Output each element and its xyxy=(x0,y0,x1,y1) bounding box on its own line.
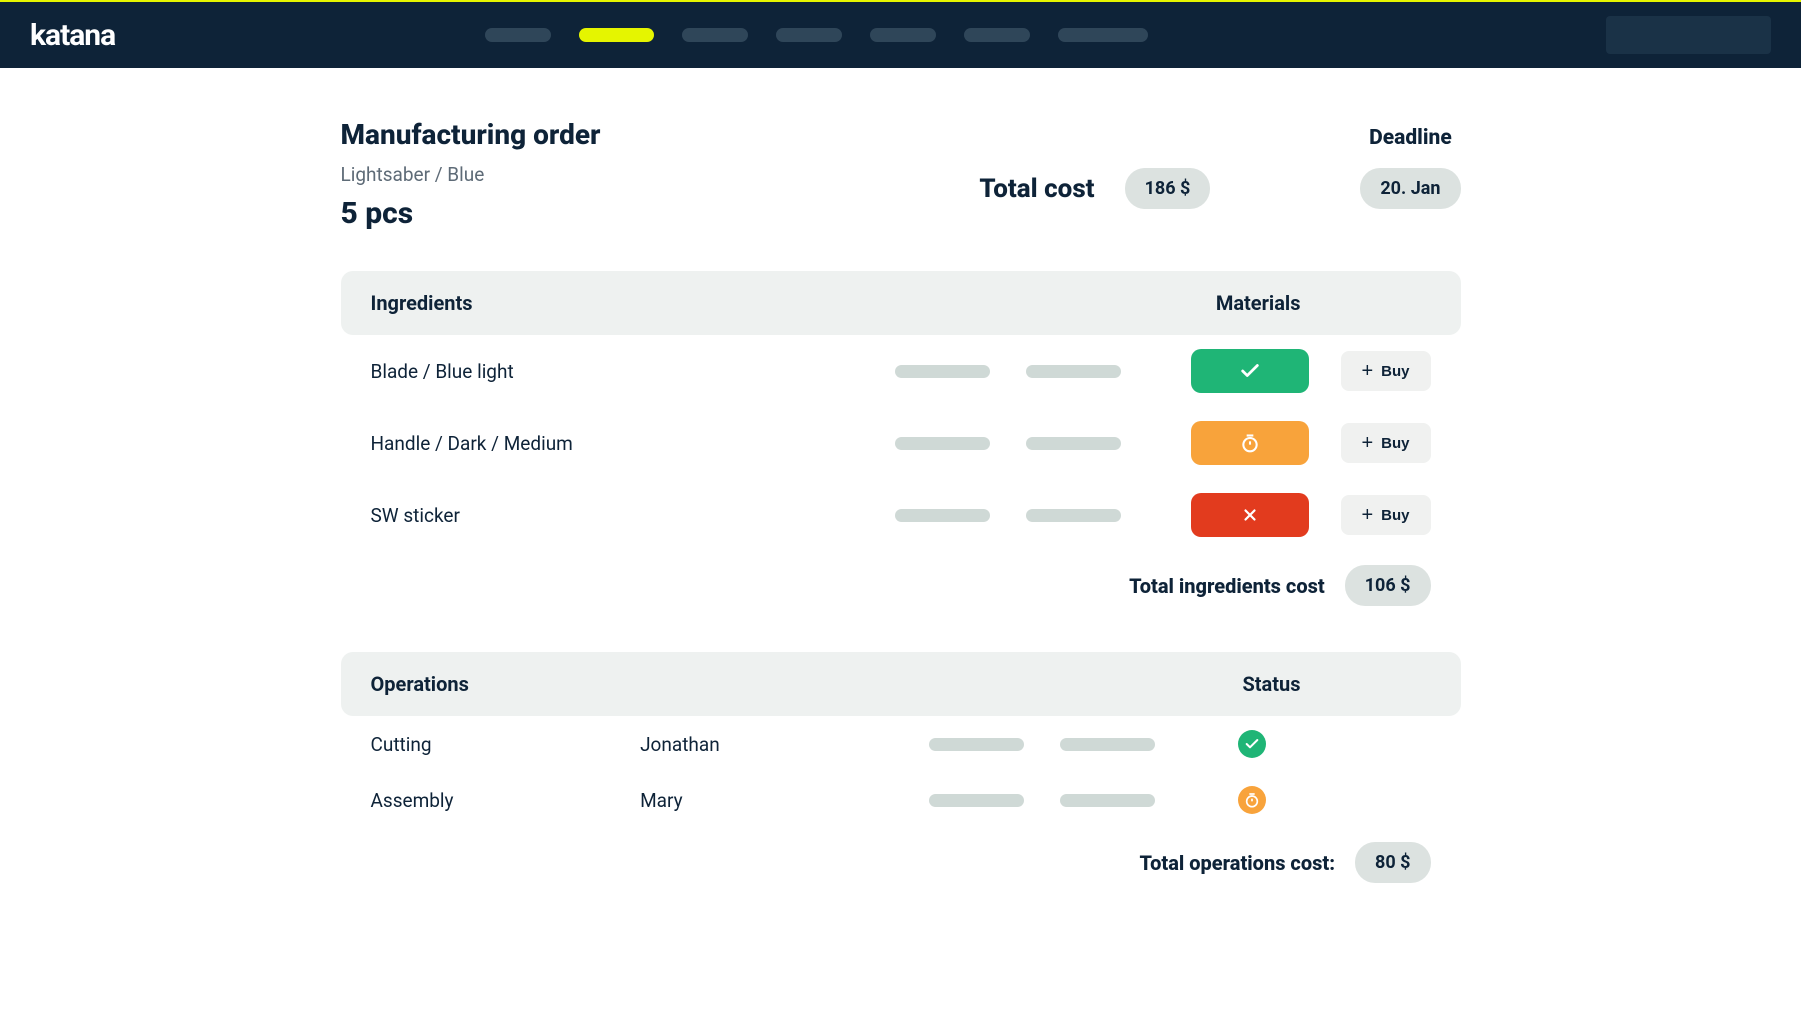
ingredient-row: SW sticker + Buy xyxy=(341,479,1461,551)
close-icon xyxy=(1241,506,1259,524)
nav-tab-1[interactable] xyxy=(485,28,551,42)
clock-icon xyxy=(1240,433,1260,453)
buy-button[interactable]: + Buy xyxy=(1341,495,1431,535)
operation-assignee: Jonathan xyxy=(640,733,929,756)
placeholder xyxy=(929,794,1024,807)
ingredient-name: Handle / Dark / Medium xyxy=(371,432,651,455)
page-title: Manufacturing order xyxy=(341,118,980,151)
operation-name: Assembly xyxy=(371,789,641,812)
nav-tab-3[interactable] xyxy=(682,28,748,42)
placeholder xyxy=(895,365,990,378)
operation-name: Cutting xyxy=(371,733,641,756)
nav-tab-active[interactable] xyxy=(579,28,654,42)
nav-tab-7[interactable] xyxy=(1058,28,1148,42)
ingredient-row: Blade / Blue light + Buy xyxy=(341,335,1461,407)
buy-label: Buy xyxy=(1381,507,1409,524)
placeholder xyxy=(1060,738,1155,751)
ingredient-name: SW sticker xyxy=(371,504,651,527)
operation-status-done[interactable] xyxy=(1238,730,1266,758)
check-icon xyxy=(1239,360,1261,382)
operations-header: Operations Status xyxy=(341,652,1461,716)
operations-total-label: Total operations cost: xyxy=(1139,851,1335,875)
operations-total-value: 80 $ xyxy=(1355,842,1430,883)
placeholder xyxy=(929,738,1024,751)
ingredients-total-value: 106 $ xyxy=(1345,565,1431,606)
ingredients-header-right: Materials xyxy=(1216,291,1301,315)
quantity: 5 pcs xyxy=(341,196,980,231)
placeholder xyxy=(1026,509,1121,522)
ingredient-row: Handle / Dark / Medium + Buy xyxy=(341,407,1461,479)
nav-tabs xyxy=(485,28,1148,42)
ingredients-header-left: Ingredients xyxy=(371,291,473,315)
plus-icon: + xyxy=(1361,505,1373,525)
product-subtitle: Lightsaber / Blue xyxy=(341,163,980,186)
plus-icon: + xyxy=(1361,361,1373,381)
clock-icon xyxy=(1244,792,1260,808)
operation-row: Assembly Mary xyxy=(341,772,1461,828)
check-icon xyxy=(1244,736,1260,752)
operations-header-right: Status xyxy=(1242,672,1300,696)
placeholder xyxy=(1026,437,1121,450)
material-status-missing[interactable] xyxy=(1191,493,1309,537)
operation-assignee: Mary xyxy=(640,789,929,812)
placeholder xyxy=(895,437,990,450)
nav-tab-6[interactable] xyxy=(964,28,1030,42)
operation-row: Cutting Jonathan xyxy=(341,716,1461,772)
buy-label: Buy xyxy=(1381,363,1409,380)
material-status-available[interactable] xyxy=(1191,349,1309,393)
total-cost-label: Total cost xyxy=(979,174,1094,204)
ingredients-total-label: Total ingredients cost xyxy=(1129,574,1325,598)
material-status-pending[interactable] xyxy=(1191,421,1309,465)
operations-header-left: Operations xyxy=(371,672,469,696)
deadline-label: Deadline xyxy=(1369,126,1452,150)
placeholder xyxy=(1060,794,1155,807)
placeholder xyxy=(895,509,990,522)
buy-button[interactable]: + Buy xyxy=(1341,423,1431,463)
placeholder xyxy=(1026,365,1121,378)
plus-icon: + xyxy=(1361,433,1373,453)
buy-button[interactable]: + Buy xyxy=(1341,351,1431,391)
search-input[interactable] xyxy=(1606,16,1771,54)
nav-tab-5[interactable] xyxy=(870,28,936,42)
buy-label: Buy xyxy=(1381,435,1409,452)
top-nav: katana xyxy=(0,0,1801,68)
deadline-value[interactable]: 20. Jan xyxy=(1360,168,1460,209)
ingredient-name: Blade / Blue light xyxy=(371,360,651,383)
brand-logo: katana xyxy=(30,18,115,53)
ingredients-header: Ingredients Materials xyxy=(341,271,1461,335)
total-cost-value: 186 $ xyxy=(1125,168,1211,209)
nav-tab-4[interactable] xyxy=(776,28,842,42)
operation-status-pending[interactable] xyxy=(1238,786,1266,814)
